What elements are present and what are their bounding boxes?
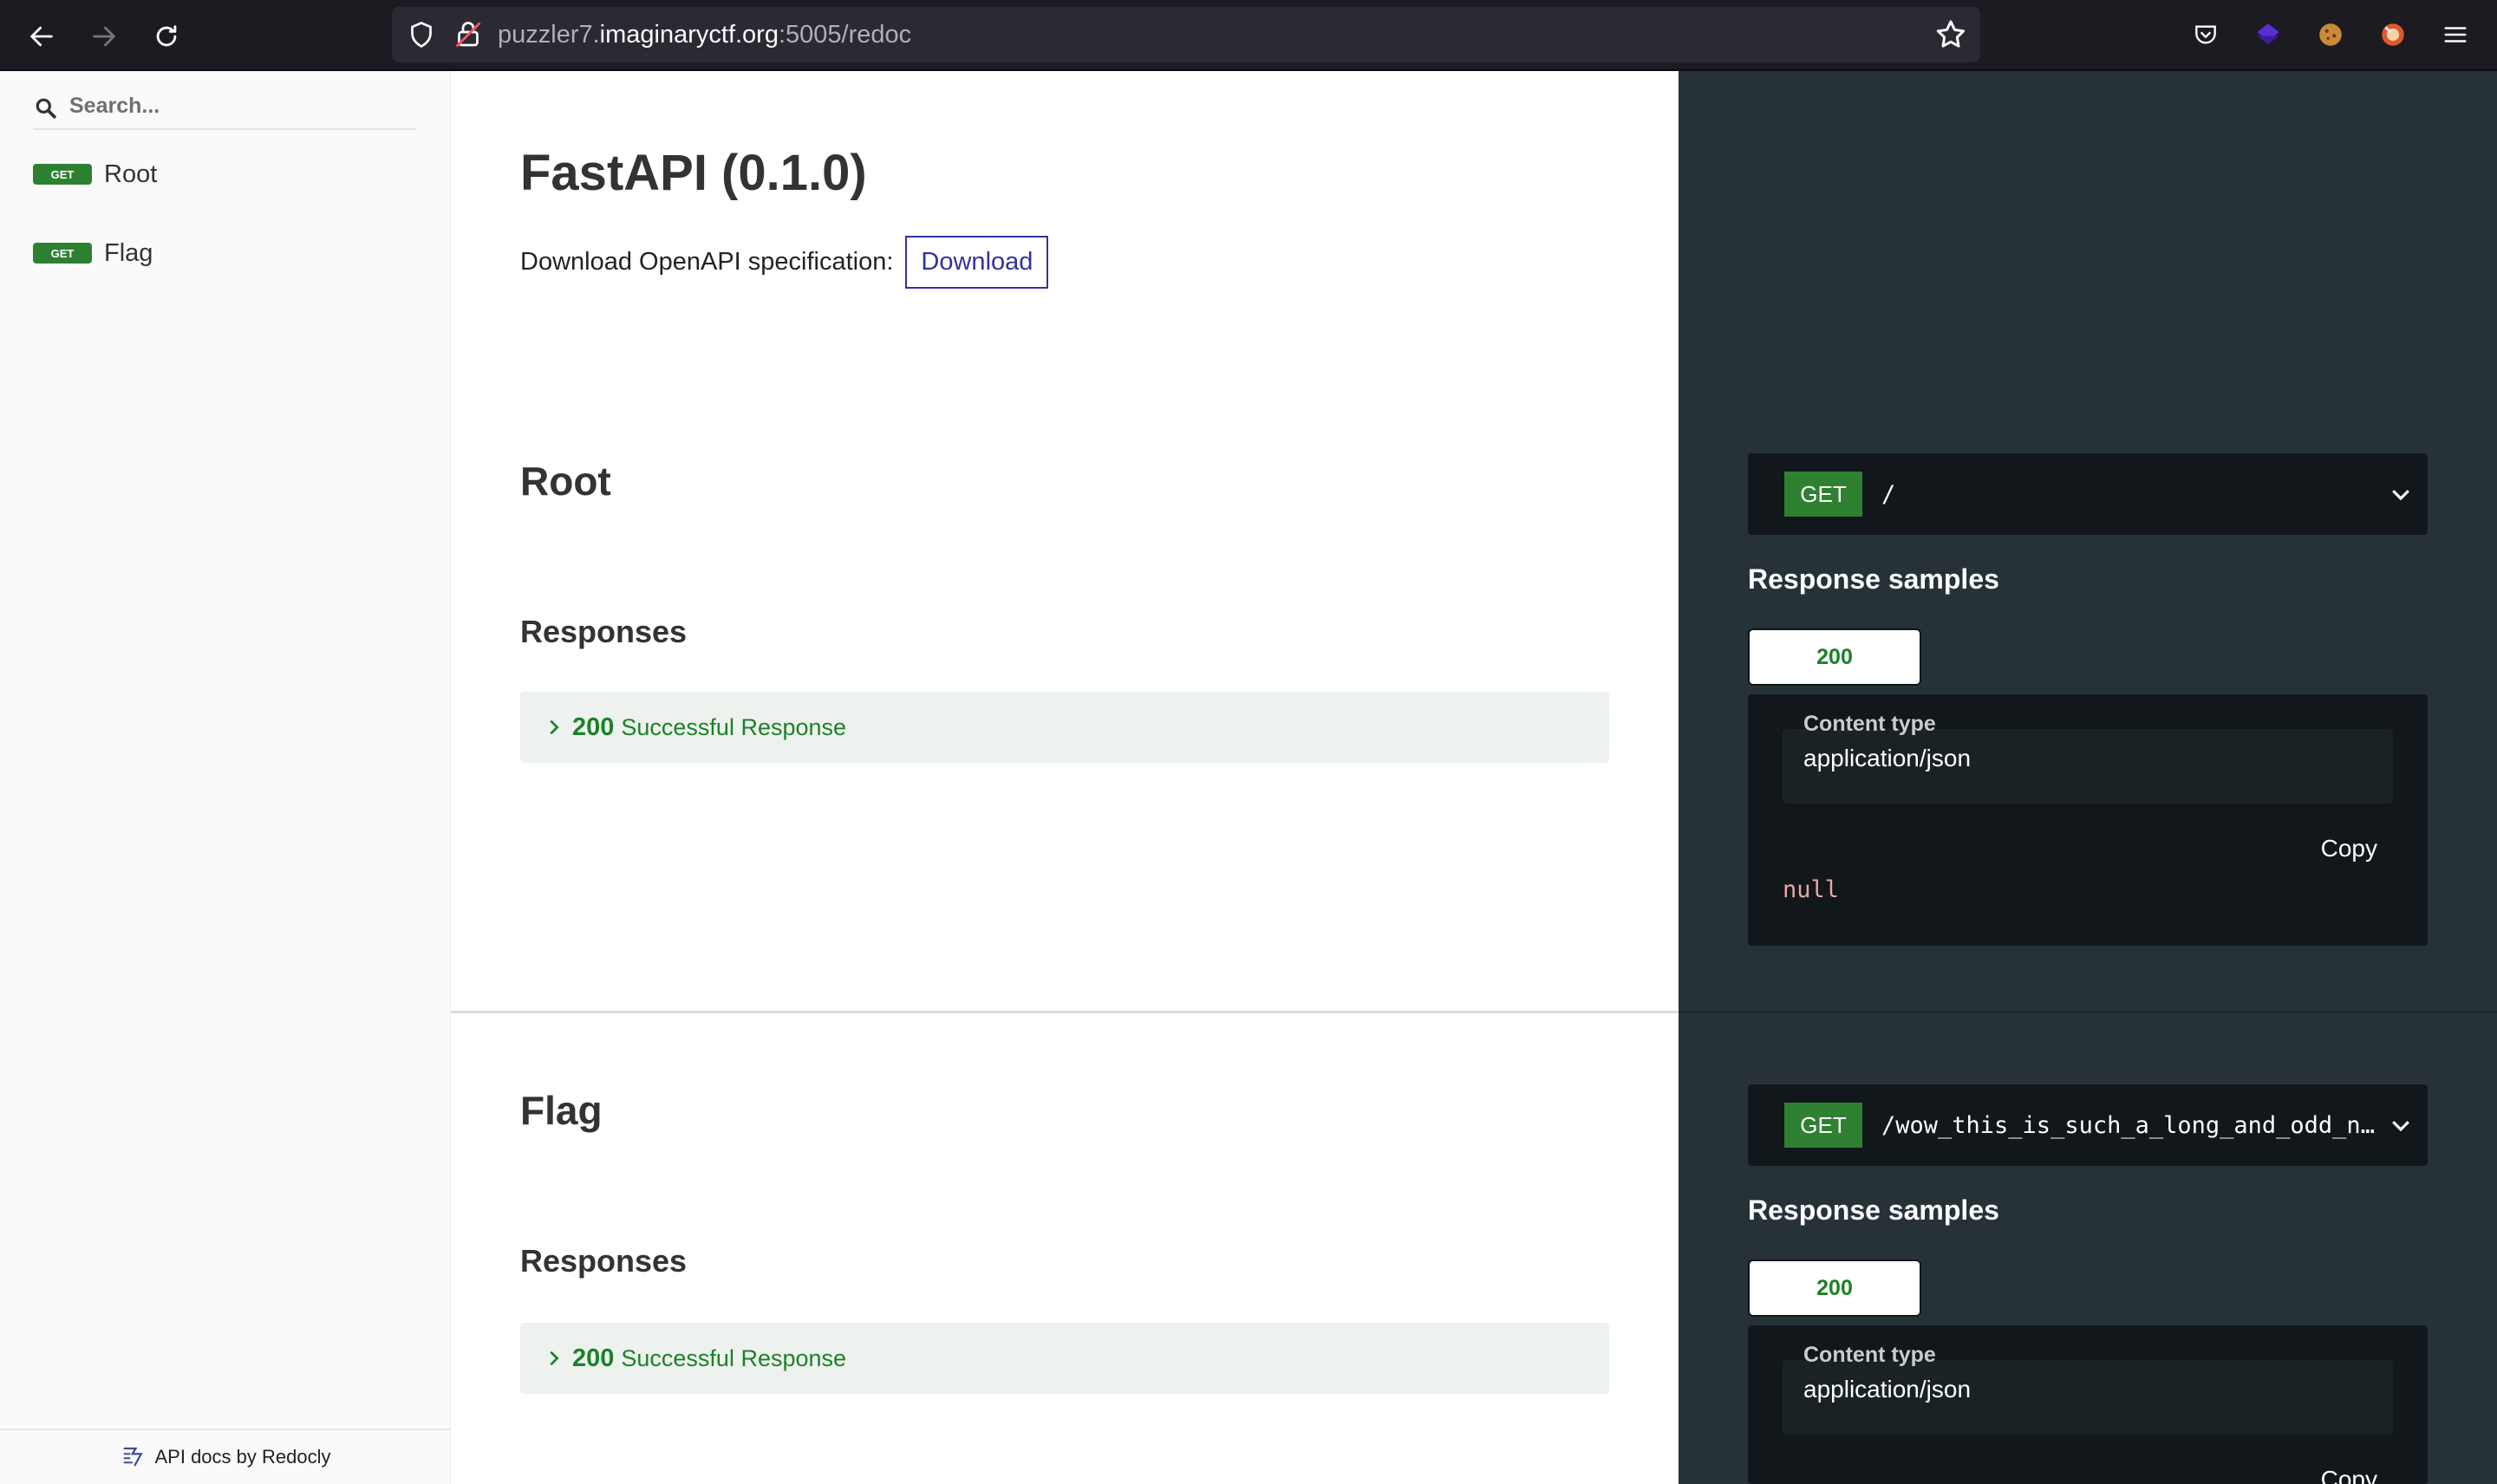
operation-title-flag: Flag <box>520 1088 603 1133</box>
chevron-right-icon <box>550 1351 559 1366</box>
sidebar-item-label: Root <box>104 159 158 188</box>
url-prefix: puzzler7. <box>498 21 600 49</box>
arrow-left-icon <box>30 26 53 47</box>
extension-button-3[interactable] <box>2376 17 2410 52</box>
redocly-logo-icon <box>123 1447 143 1467</box>
response-code: 200 <box>572 713 615 741</box>
redocly-credit-text: API docs by Redocly <box>154 1446 331 1468</box>
content-type-label: Content type <box>1803 712 1936 736</box>
extension-fox-icon <box>2382 23 2404 46</box>
download-label: Download OpenAPI specification: <box>520 248 894 276</box>
content-type-value: application/json <box>1803 1376 1972 1403</box>
response-tab-200[interactable]: 200 <box>1748 628 1921 686</box>
url-text[interactable]: puzzler7.imaginaryctf.org:5005/redoc <box>498 17 911 52</box>
response-code: 200 <box>572 1344 615 1372</box>
main-content: FastAPI (0.1.0) Download OpenAPI specifi… <box>451 71 1679 1484</box>
sidebar-item-root[interactable]: GET Root <box>33 148 414 200</box>
browser-toolbar: puzzler7.imaginaryctf.org:5005/redoc <box>0 0 2497 71</box>
shield-icon[interactable] <box>406 19 437 50</box>
forward-button[interactable] <box>85 17 123 55</box>
endpoint-path: / <box>1881 480 1896 508</box>
url-host: imaginaryctf.org <box>599 21 779 49</box>
operation-title-root: Root <box>520 459 611 504</box>
response-samples-heading: Response samples <box>1748 1194 1999 1226</box>
download-row: Download OpenAPI specification: Download <box>520 236 1049 289</box>
cookie-icon <box>2319 23 2342 46</box>
url-suffix: :5005/redoc <box>778 21 912 49</box>
endpoint-root[interactable]: GET / <box>1748 453 2428 535</box>
chevron-down-icon <box>2392 1121 2409 1132</box>
extension-button-2[interactable] <box>2313 17 2348 52</box>
reload-button[interactable] <box>147 17 186 55</box>
back-button[interactable] <box>23 17 61 55</box>
content-type-label: Content type <box>1803 1343 1936 1367</box>
response-description: Successful Response <box>621 1344 847 1371</box>
responses-heading: Responses <box>520 614 688 649</box>
extension-purple-icon <box>2257 23 2279 45</box>
endpoint-path: /wow_this_is_such_a_long_and_odd_na… <box>1881 1111 2384 1139</box>
hamburger-menu-icon <box>2444 27 2467 42</box>
search-input[interactable]: Search... <box>69 94 160 119</box>
http-method-badge: GET <box>1784 1103 1862 1148</box>
get-badge: GET <box>33 243 92 264</box>
copy-button[interactable]: Copy <box>2321 835 2377 862</box>
sample-value: null <box>1783 876 1840 903</box>
pocket-button[interactable] <box>2188 17 2223 52</box>
sidebar-item-label: Flag <box>104 238 153 267</box>
insecure-lock-icon[interactable] <box>453 19 484 50</box>
get-badge: GET <box>33 164 92 185</box>
chevron-right-icon <box>550 719 559 735</box>
section-divider-dark <box>1679 1011 2497 1013</box>
sidebar: Search... GET Root GET Flag API docs by … <box>0 71 451 1484</box>
arrow-right-icon <box>93 26 115 47</box>
response-200-toggle[interactable]: 200 Successful Response <box>520 1323 1609 1394</box>
address-bar[interactable]: puzzler7.imaginaryctf.org:5005/redoc <box>392 7 1980 62</box>
content-type-value: application/json <box>1803 745 1972 771</box>
pocket-icon <box>2195 25 2216 44</box>
app-menu-button[interactable] <box>2438 17 2473 52</box>
download-button[interactable]: Download <box>905 236 1049 289</box>
chevron-down-icon <box>2392 490 2409 501</box>
response-description: Successful Response <box>621 713 847 740</box>
samples-panel: GET / Response samples 200 Content type … <box>1679 71 2497 1484</box>
extension-button-1[interactable] <box>2251 17 2285 52</box>
redocly-credit-link[interactable]: API docs by Redocly <box>0 1429 451 1484</box>
http-method-badge: GET <box>1784 472 1862 517</box>
response-sample-box: Content type application/json Copy <box>1748 1325 2428 1484</box>
api-title: FastAPI (0.1.0) <box>520 145 867 201</box>
response-samples-heading: Response samples <box>1748 563 1999 595</box>
search-box[interactable]: Search... <box>33 87 416 130</box>
response-200-toggle[interactable]: 200 Successful Response <box>520 692 1609 763</box>
response-tab-200[interactable]: 200 <box>1748 1259 1921 1317</box>
copy-button[interactable]: Copy <box>2321 1466 2377 1484</box>
search-icon <box>36 98 56 119</box>
responses-heading: Responses <box>520 1243 688 1279</box>
endpoint-flag[interactable]: GET /wow_this_is_such_a_long_and_odd_na… <box>1748 1084 2428 1166</box>
sidebar-item-flag[interactable]: GET Flag <box>33 227 414 279</box>
response-sample-box: Content type application/json Copy null <box>1748 694 2428 946</box>
bookmark-star-icon[interactable] <box>1933 17 1968 52</box>
reload-icon <box>156 25 177 47</box>
